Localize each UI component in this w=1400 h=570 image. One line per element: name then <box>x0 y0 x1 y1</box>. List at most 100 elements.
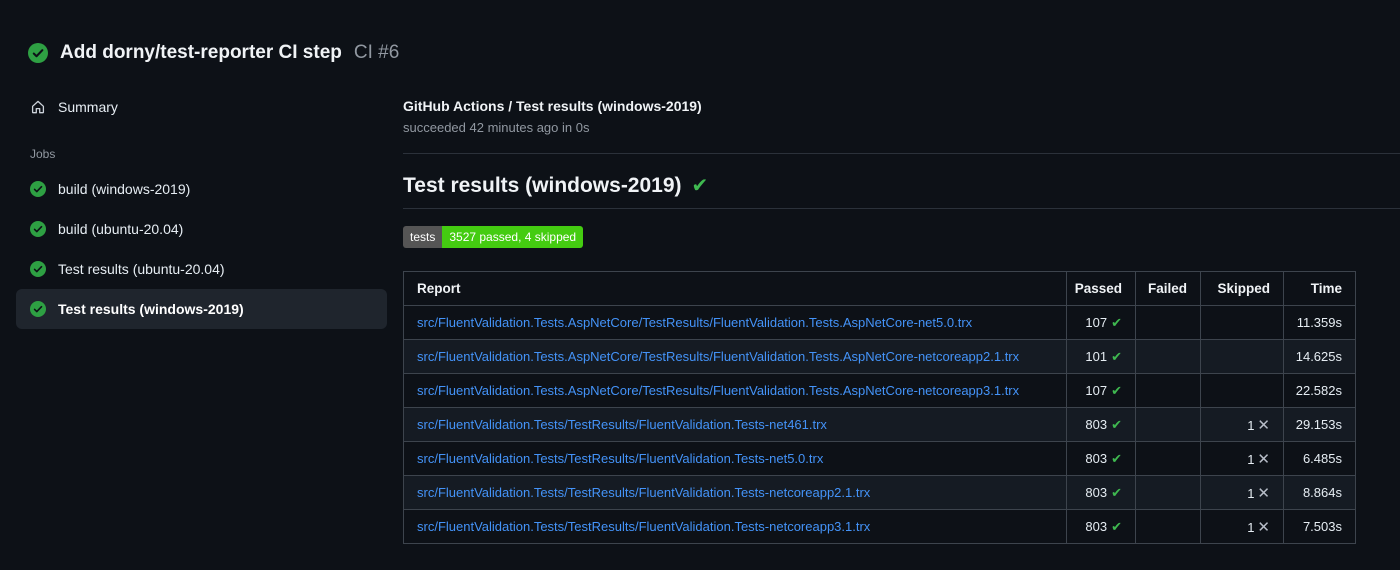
success-check-circle-icon <box>30 181 46 197</box>
skipped-x-icon: ✕ <box>1257 518 1270 536</box>
table-row: src/FluentValidation.Tests.AspNetCore/Te… <box>403 305 1356 340</box>
passed-count: 107 <box>1085 314 1108 330</box>
skipped-count: 1 <box>1247 417 1255 433</box>
heading-success-check-icon: ✔ <box>691 175 709 197</box>
failed-cell <box>1135 509 1201 544</box>
passed-count: 101 <box>1085 348 1108 364</box>
skipped-count: 1 <box>1247 485 1255 501</box>
passed-cell: 107 ✔ <box>1066 373 1136 408</box>
time-cell: 29.153s <box>1283 407 1356 442</box>
sidebar-item-label: Summary <box>58 99 118 115</box>
passed-cell: 803 ✔ <box>1066 475 1136 510</box>
passed-check-icon: ✔ <box>1111 382 1122 398</box>
report-cell: src/FluentValidation.Tests/TestResults/F… <box>403 441 1067 476</box>
passed-check-icon: ✔ <box>1111 314 1122 330</box>
sidebar-item-build-windows-2019[interactable]: build (windows-2019) <box>16 169 387 209</box>
report-link[interactable]: src/FluentValidation.Tests.AspNetCore/Te… <box>417 383 1019 398</box>
failed-cell <box>1135 305 1201 340</box>
jobs-section-label: Jobs <box>30 147 56 161</box>
passed-check-icon: ✔ <box>1111 484 1122 500</box>
passed-count: 803 <box>1085 518 1108 534</box>
failed-cell <box>1135 407 1201 442</box>
table-row: src/FluentValidation.Tests.AspNetCore/Te… <box>403 339 1356 374</box>
success-check-circle-icon <box>30 221 46 237</box>
skipped-cell: 1 ✕ <box>1200 475 1284 510</box>
passed-count: 803 <box>1085 484 1108 500</box>
divider <box>403 153 1400 154</box>
passed-check-icon: ✔ <box>1111 450 1122 466</box>
time-cell: 22.582s <box>1283 373 1356 408</box>
workflow-run-title: Add dorny/test-reporter CI step <box>60 41 342 63</box>
column-header-passed: Passed <box>1066 271 1136 306</box>
report-cell: src/FluentValidation.Tests/TestResults/F… <box>403 475 1067 510</box>
main-content: GitHub Actions / Test results (windows-2… <box>403 75 1400 544</box>
report-cell: src/FluentValidation.Tests.AspNetCore/Te… <box>403 305 1067 340</box>
report-link[interactable]: src/FluentValidation.Tests/TestResults/F… <box>417 485 870 500</box>
sidebar-item-test-results-windows-2019[interactable]: Test results (windows-2019) <box>16 289 387 329</box>
report-cell: src/FluentValidation.Tests.AspNetCore/Te… <box>403 339 1067 374</box>
passed-cell: 803 ✔ <box>1066 509 1136 544</box>
passed-cell: 803 ✔ <box>1066 407 1136 442</box>
skipped-cell <box>1200 305 1284 340</box>
table-row: src/FluentValidation.Tests/TestResults/F… <box>403 407 1356 442</box>
sidebar-item-test-results-ubuntu-20-04[interactable]: Test results (ubuntu-20.04) <box>16 249 387 289</box>
passed-count: 803 <box>1085 416 1108 432</box>
passed-cell: 803 ✔ <box>1066 441 1136 476</box>
column-header-skipped: Skipped <box>1200 271 1284 306</box>
sidebar-item-label: Test results (ubuntu-20.04) <box>58 261 225 277</box>
sidebar: Summary Jobs build (windows-2019) build … <box>0 75 403 544</box>
time-cell: 14.625s <box>1283 339 1356 374</box>
failed-cell <box>1135 441 1201 476</box>
skipped-cell: 1 ✕ <box>1200 441 1284 476</box>
table-row: src/FluentValidation.Tests/TestResults/F… <box>403 441 1356 476</box>
sidebar-item-summary[interactable]: Summary <box>16 89 387 125</box>
table-row: src/FluentValidation.Tests.AspNetCore/Te… <box>403 373 1356 408</box>
sidebar-item-label: Test results (windows-2019) <box>58 301 244 317</box>
skipped-cell: 1 ✕ <box>1200 509 1284 544</box>
job-summary-block: GitHub Actions / Test results (windows-2… <box>403 75 1400 135</box>
run-header: Add dorny/test-reporter CI step CI #6 <box>0 0 1400 75</box>
column-header-report: Report <box>403 271 1067 306</box>
report-cell: src/FluentValidation.Tests/TestResults/F… <box>403 509 1067 544</box>
report-cell: src/FluentValidation.Tests.AspNetCore/Te… <box>403 373 1067 408</box>
tests-badge-label: tests <box>403 226 443 248</box>
job-title: GitHub Actions / Test results (windows-2… <box>403 98 702 114</box>
workflow-run-number: CI #6 <box>353 41 400 63</box>
column-header-failed: Failed <box>1135 271 1201 306</box>
passed-check-icon: ✔ <box>1111 518 1122 534</box>
tests-badge-value: 3527 passed, 4 skipped <box>442 226 584 248</box>
success-check-circle-icon <box>30 301 46 317</box>
sidebar-item-label: build (ubuntu-20.04) <box>58 221 184 237</box>
report-cell: src/FluentValidation.Tests/TestResults/F… <box>403 407 1067 442</box>
table-header-row: Report Passed Failed Skipped Time <box>403 271 1356 306</box>
report-link[interactable]: src/FluentValidation.Tests/TestResults/F… <box>417 519 870 534</box>
column-header-time: Time <box>1283 271 1356 306</box>
report-link[interactable]: src/FluentValidation.Tests.AspNetCore/Te… <box>417 315 972 330</box>
time-cell: 8.864s <box>1283 475 1356 510</box>
passed-count: 107 <box>1085 382 1108 398</box>
report-link[interactable]: src/FluentValidation.Tests.AspNetCore/Te… <box>417 349 1019 364</box>
passed-check-icon: ✔ <box>1111 416 1122 432</box>
failed-cell <box>1135 475 1201 510</box>
sidebar-item-build-ubuntu-20-04[interactable]: build (ubuntu-20.04) <box>16 209 387 249</box>
report-link[interactable]: src/FluentValidation.Tests/TestResults/F… <box>417 451 823 466</box>
passed-cell: 101 ✔ <box>1066 339 1136 374</box>
skipped-count: 1 <box>1247 451 1255 467</box>
test-results-table: Report Passed Failed Skipped Time src/Fl… <box>403 271 1356 544</box>
passed-check-icon: ✔ <box>1111 348 1122 364</box>
time-cell: 7.503s <box>1283 509 1356 544</box>
passed-count: 803 <box>1085 450 1108 466</box>
time-cell: 11.359s <box>1283 305 1356 340</box>
time-cell: 6.485s <box>1283 441 1356 476</box>
table-row: src/FluentValidation.Tests/TestResults/F… <box>403 509 1356 544</box>
failed-cell <box>1135 339 1201 374</box>
success-check-circle-icon <box>28 42 48 63</box>
report-heading-title: Test results (windows-2019) <box>403 174 682 197</box>
skipped-x-icon: ✕ <box>1257 416 1270 434</box>
passed-cell: 107 ✔ <box>1066 305 1136 340</box>
failed-cell <box>1135 373 1201 408</box>
skipped-x-icon: ✕ <box>1257 450 1270 468</box>
report-link[interactable]: src/FluentValidation.Tests/TestResults/F… <box>417 417 827 432</box>
skipped-x-icon: ✕ <box>1257 484 1270 502</box>
success-check-circle-icon <box>30 261 46 277</box>
